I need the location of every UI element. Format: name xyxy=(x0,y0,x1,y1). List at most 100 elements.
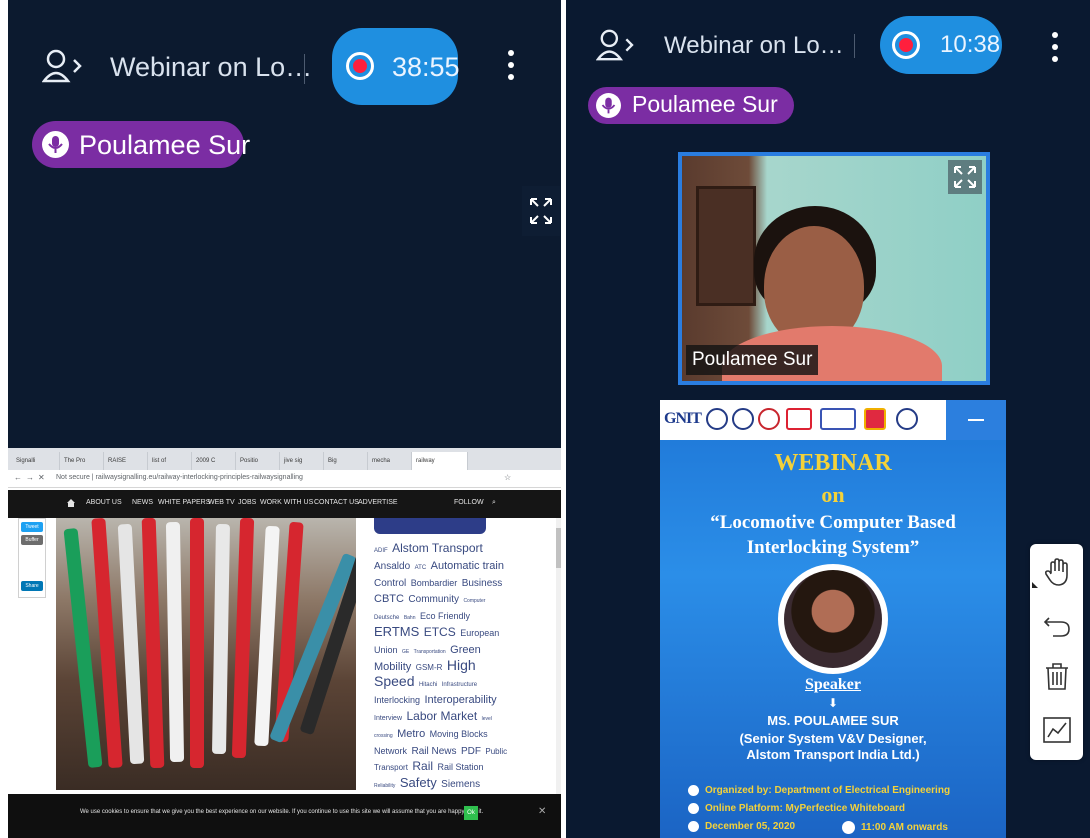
participants-icon[interactable] xyxy=(41,48,82,84)
right-session-panel: Webinar on Lo… 10:38 Poulamee Sur Poulam… xyxy=(566,0,1090,838)
scrollbar-thumb[interactable] xyxy=(556,528,561,568)
buffer-button[interactable]: Buffer xyxy=(21,535,43,545)
tag-cloud-item[interactable]: Siemens xyxy=(441,779,480,790)
bookmark-star-icon[interactable]: ☆ xyxy=(504,473,511,482)
tag-cloud-item[interactable]: Business xyxy=(462,578,503,589)
tag-cloud-item[interactable]: Automatic train xyxy=(431,560,504,572)
tag-cloud-item[interactable]: Safety xyxy=(400,775,437,790)
browser-tab[interactable]: Signalli xyxy=(12,452,60,470)
tag-cloud-item[interactable]: Bombardier xyxy=(411,578,458,588)
tag-cloud-item[interactable]: Interoperability xyxy=(424,694,496,706)
nav-white-papers[interactable]: WHITE PAPERS xyxy=(158,499,210,506)
tag-cloud-item[interactable]: Moving Blocks xyxy=(430,729,488,739)
tag-cloud-item[interactable]: ADIF xyxy=(374,548,388,554)
undo-icon[interactable] xyxy=(1041,608,1073,640)
browser-tab[interactable]: jive sig xyxy=(280,452,324,470)
globe-icon xyxy=(688,803,699,814)
speaker-video-tile[interactable]: Poulamee Sur xyxy=(678,152,990,385)
social-share-widget: Tweet Buffer Share xyxy=(18,518,46,598)
more-options-icon[interactable] xyxy=(1048,32,1062,68)
browser-tab[interactable]: Positio xyxy=(236,452,280,470)
page-scrollbar[interactable] xyxy=(556,518,561,794)
fullscreen-expand-icon[interactable] xyxy=(522,186,560,236)
tag-cloud-item[interactable]: Reliability xyxy=(374,783,395,789)
tag-cloud-item[interactable]: GE xyxy=(402,649,409,655)
nav-contact-us[interactable]: CONTACT US xyxy=(314,499,359,506)
recording-time: 10:38 xyxy=(940,31,1001,58)
tag-cloud-item[interactable]: Rail xyxy=(412,759,433,773)
tag-cloud-item[interactable]: Rail Station xyxy=(438,762,484,772)
linkedin-share-button[interactable]: Share xyxy=(21,581,43,591)
poster-topic: “Locomotive Computer Based Interlocking … xyxy=(710,512,956,558)
tag-cloud-item[interactable]: ATC xyxy=(415,565,427,571)
recording-timer-button[interactable]: 10:38 xyxy=(880,16,1002,74)
participants-icon[interactable] xyxy=(595,28,634,62)
tag-cloud-item[interactable]: ETCS xyxy=(424,625,456,639)
calendar-icon xyxy=(688,821,699,832)
browser-tab[interactable]: mecha xyxy=(368,452,412,470)
chart-line-icon[interactable] xyxy=(1041,714,1073,746)
tile-expand-icon[interactable] xyxy=(948,160,982,194)
trash-icon[interactable] xyxy=(1041,660,1073,692)
browser-tab[interactable]: The Pro xyxy=(60,452,104,470)
down-arrow-icon: ⬇ xyxy=(827,696,839,710)
tag-cloud-item[interactable]: Community xyxy=(408,594,459,606)
nav-web-tv[interactable]: WEB TV xyxy=(208,499,235,506)
tag-cloud-item[interactable]: CBTC xyxy=(374,593,404,606)
active-speaker-name: Poulamee Sur xyxy=(632,91,778,117)
cookie-close-icon[interactable]: ✕ xyxy=(538,806,546,817)
tag-cloud-item[interactable]: Labor Market xyxy=(406,709,477,723)
home-icon[interactable] xyxy=(66,498,76,508)
nav-advertise[interactable]: ADVERTISE xyxy=(358,499,398,506)
tag-cloud-item[interactable]: Alstom Transport xyxy=(392,541,483,555)
tag-cloud-item[interactable]: PDF xyxy=(461,746,481,757)
tag-cloud-item[interactable]: Deutsche xyxy=(374,615,399,621)
tag-cloud-item[interactable]: Transportation xyxy=(414,649,446,655)
tags-banner xyxy=(374,518,486,534)
tag-cloud-item[interactable]: GSM-R xyxy=(416,663,443,672)
follow-button[interactable]: FOLLOW xyxy=(454,499,484,506)
forward-arrow-icon[interactable]: → xyxy=(26,473,34,482)
session-title[interactable]: Webinar on Lo… xyxy=(110,52,312,83)
nav-work-with-us[interactable]: WORK WITH US xyxy=(260,499,313,506)
minimize-poster-button[interactable] xyxy=(946,400,1006,440)
poster-date-row: December 05, 2020 xyxy=(688,821,795,832)
hand-tool-icon[interactable] xyxy=(1041,556,1073,588)
tag-cloud-item[interactable]: Eco Friendly xyxy=(420,611,470,621)
browser-tab-active[interactable]: railway xyxy=(412,452,468,470)
browser-tab[interactable]: list of xyxy=(148,452,192,470)
browser-tab[interactable]: Big xyxy=(324,452,368,470)
recording-timer-button[interactable]: 38:55 xyxy=(332,28,460,105)
tag-cloud-item[interactable]: Bahn xyxy=(404,615,416,621)
poster-time-row: 11:00 AM onwards xyxy=(842,821,948,834)
nav-jobs[interactable]: JOBS xyxy=(238,499,256,506)
tag-cloud-item[interactable]: Ansaldo xyxy=(374,561,410,572)
more-options-icon[interactable] xyxy=(504,50,518,86)
tag-cloud-item[interactable]: Control xyxy=(374,578,406,589)
nav-news[interactable]: NEWS xyxy=(132,499,153,506)
tag-cloud-item[interactable]: Hitachi xyxy=(419,682,437,688)
tag-cloud-item[interactable]: Metro xyxy=(397,728,425,740)
cookie-ok-button[interactable]: Ok xyxy=(464,806,478,820)
browser-tab[interactable]: 2009 C xyxy=(192,452,236,470)
active-speaker-badge: Poulamee Sur xyxy=(588,87,794,124)
tag-cloud-item[interactable]: Interlocking xyxy=(374,695,420,705)
browser-tab[interactable]: RAISE xyxy=(104,452,148,470)
tag-cloud-item[interactable]: Rail News xyxy=(411,746,456,757)
back-arrow-icon[interactable]: ← xyxy=(14,473,22,482)
institute-logo xyxy=(706,408,728,430)
tweet-button[interactable]: Tweet xyxy=(21,522,43,532)
browser-url[interactable]: Not secure | railwaysignalling.eu/railwa… xyxy=(56,474,303,481)
tag-cloud-item[interactable]: ERTMS xyxy=(374,624,419,639)
tag-cloud-item[interactable]: Interview xyxy=(374,715,402,722)
nav-about-us[interactable]: ABOUT US xyxy=(86,499,122,506)
tag-cloud-item[interactable]: Infrastructure xyxy=(442,682,477,688)
title-divider xyxy=(854,34,855,58)
site-search-icon[interactable]: ⌕ xyxy=(492,499,496,507)
stop-loading-icon[interactable]: ✕ xyxy=(38,473,45,482)
tag-cloud-item[interactable]: Computer xyxy=(463,598,485,604)
browser-address-bar[interactable]: ← → ✕ Not secure | railwaysignalling.eu/… xyxy=(8,470,561,488)
tag-cloud-item[interactable]: Network xyxy=(374,746,407,756)
speaker-photo xyxy=(784,570,882,668)
session-title[interactable]: Webinar on Lo… xyxy=(664,32,844,60)
